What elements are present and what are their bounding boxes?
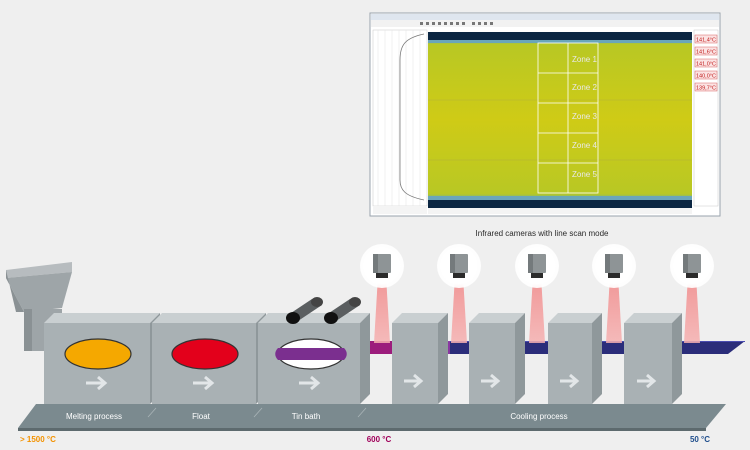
zone-label: Zone 5: [572, 170, 597, 179]
stage-label-cooling: Cooling process: [510, 412, 567, 421]
readout-value: 140,0°C: [696, 74, 716, 80]
stage-label-melting: Melting process: [66, 412, 122, 421]
readout-value: 141,6°C: [696, 50, 716, 56]
software-window: Zone 1 Zone 2 Zone 3 Zone 4 Zone 5 141,4…: [369, 12, 721, 217]
cooling-unit-4: [624, 313, 682, 404]
zone-label: Zone 4: [572, 141, 597, 150]
zone-label: Zone 2: [572, 83, 597, 92]
cooling-unit-2: [469, 313, 525, 404]
tin-ribbon: [275, 348, 347, 360]
thermal-image: [428, 32, 692, 208]
tin-bath: [258, 313, 370, 404]
window-toolbar: [371, 20, 719, 27]
cooling-unit-3: [548, 313, 602, 404]
melt-pool: [64, 338, 132, 370]
temp-hot: > 1500 °C: [20, 435, 56, 444]
readout-value: 141,0°C: [696, 62, 716, 68]
status-bar: [428, 208, 692, 214]
melting-furnace: [44, 313, 160, 404]
diagram-canvas: Zone 1 Zone 2 Zone 3 Zone 4 Zone 5 141,4…: [6, 12, 745, 444]
float-pool: [171, 338, 239, 370]
process-diagram: Zone 1 Zone 2 Zone 3 Zone 4 Zone 5 141,4…: [0, 0, 750, 450]
zone-label: Zone 3: [572, 112, 597, 121]
float-chamber: [152, 313, 266, 404]
cooling-unit-1: [392, 313, 448, 404]
stage-label-float: Float: [192, 412, 211, 421]
readout-value: 139,7°C: [696, 86, 716, 92]
temp-cold: 50 °C: [690, 435, 710, 444]
temp-mid: 600 °C: [367, 435, 392, 444]
camera-caption: Infrared cameras with line scan mode: [476, 229, 610, 238]
stage-label-tin-bath: Tin bath: [292, 412, 321, 421]
production-floor: [18, 404, 726, 431]
readout-panel: [693, 29, 719, 207]
zone-label: Zone 1: [572, 55, 597, 64]
readout-value: 141,4°C: [696, 38, 716, 44]
